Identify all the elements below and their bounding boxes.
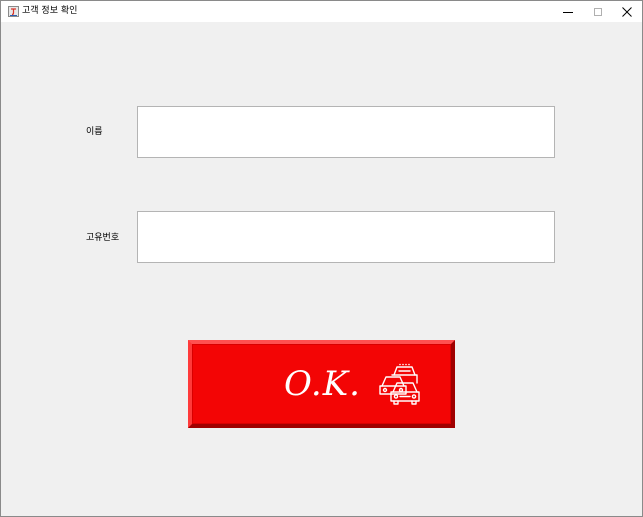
- name-label: 이름: [86, 127, 103, 137]
- ok-button[interactable]: O.K.: [188, 340, 455, 428]
- close-button[interactable]: [612, 1, 642, 22]
- cars-icon: [379, 363, 420, 405]
- minimize-button[interactable]: [553, 1, 583, 22]
- java-app-icon: [8, 6, 19, 17]
- ok-button-label: O.K.: [284, 364, 361, 404]
- name-input[interactable]: [137, 106, 555, 158]
- title-bar[interactable]: 고객 정보 확인: [1, 1, 642, 22]
- id-number-label: 고유번호: [86, 233, 120, 243]
- form-panel: 이름 고유번호 O.K.: [1, 22, 642, 516]
- maximize-button[interactable]: [583, 1, 613, 22]
- close-icon: [622, 6, 632, 17]
- minimize-icon: [563, 11, 573, 13]
- maximize-icon: [594, 7, 602, 16]
- customer-info-window: 고객 정보 확인 이름 고유번호 O.K.: [0, 0, 643, 517]
- window-title: 고객 정보 확인: [22, 6, 78, 16]
- id-number-input[interactable]: [137, 211, 555, 263]
